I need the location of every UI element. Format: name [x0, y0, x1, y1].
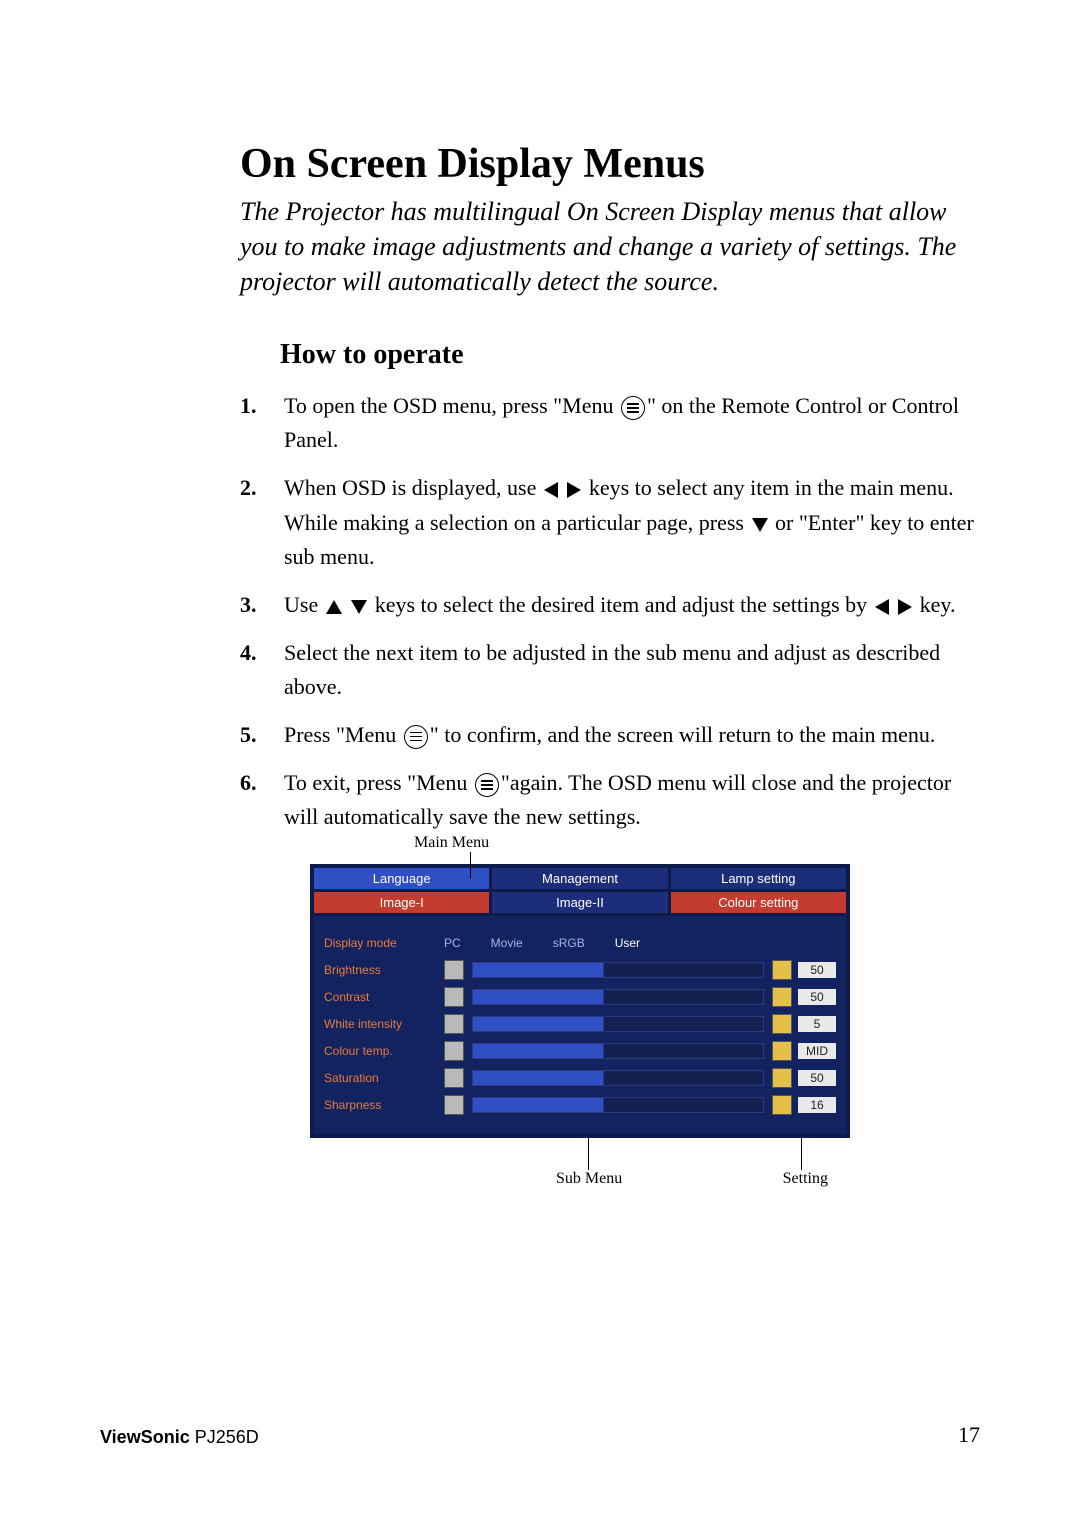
- menu-icon: [475, 773, 499, 797]
- model-name: PJ256D: [190, 1427, 259, 1447]
- page-number: 17: [958, 1422, 980, 1448]
- value-box: 50: [798, 1070, 836, 1086]
- osd-tabs-row2: Image-I Image-II Colour setting: [314, 892, 846, 913]
- step-text: When OSD is displayed, use: [284, 475, 542, 500]
- osd-tab-colour-setting: Colour setting: [671, 892, 846, 913]
- step-number: 3.: [240, 588, 257, 622]
- section-heading: How to operate: [280, 339, 980, 371]
- step-text: key.: [920, 592, 956, 617]
- menu-icon: [621, 396, 645, 420]
- mode-user: User: [615, 936, 640, 950]
- step-text: Press "Menu: [284, 722, 402, 747]
- step-2: 2. When OSD is displayed, use keys to se…: [240, 471, 980, 573]
- osd-tab-image2: Image-II: [492, 892, 667, 913]
- slider: [472, 1043, 764, 1059]
- contrast-icon: [444, 987, 464, 1007]
- osd-row-label: Display mode: [324, 936, 444, 950]
- step-4: 4. Select the next item to be adjusted i…: [240, 636, 980, 704]
- menu-icon: [404, 725, 428, 749]
- saturation-icon: [772, 1068, 792, 1088]
- colour-temp-icon: [444, 1041, 464, 1061]
- step-text: To exit, press "Menu: [284, 770, 473, 795]
- osd-row-saturation: Saturation 50: [324, 1066, 836, 1090]
- mode-movie: Movie: [491, 936, 523, 950]
- callout-line: [470, 852, 471, 878]
- brightness-icon: [444, 960, 464, 980]
- osd-row-label: Sharpness: [324, 1098, 444, 1112]
- slider: [472, 989, 764, 1005]
- osd-row-label: Colour temp.: [324, 1044, 444, 1058]
- step-6: 6. To exit, press "Menu "again. The OSD …: [240, 766, 980, 834]
- display-mode-options: PC Movie sRGB User: [444, 936, 836, 950]
- triangle-down-icon: [752, 518, 768, 532]
- sub-menu-label: Sub Menu: [556, 1170, 622, 1188]
- value-box: MID: [798, 1043, 836, 1059]
- osd-tab-management: Management: [492, 868, 667, 889]
- step-text: Use: [284, 592, 324, 617]
- brightness-icon: [772, 960, 792, 980]
- step-text: " to confirm, and the screen will return…: [430, 722, 936, 747]
- osd-row-label: White intensity: [324, 1017, 444, 1031]
- white-intensity-icon: [772, 1014, 792, 1034]
- osd-illustration: Main Menu Language Management Lamp setti…: [310, 864, 850, 1138]
- osd-tab-image1: Image-I: [314, 892, 489, 913]
- osd-panel: Language Management Lamp setting Image-I…: [310, 864, 850, 1138]
- value-box: 16: [798, 1097, 836, 1113]
- slider: [472, 1016, 764, 1032]
- step-text: To open the OSD menu, press "Menu: [284, 393, 619, 418]
- step-number: 6.: [240, 766, 257, 800]
- mode-pc: PC: [444, 936, 461, 950]
- main-menu-label: Main Menu: [414, 834, 489, 852]
- saturation-icon: [444, 1068, 464, 1088]
- osd-row-label: Brightness: [324, 963, 444, 977]
- triangle-left-icon: [875, 599, 889, 615]
- osd-tabs-row1: Language Management Lamp setting: [314, 868, 846, 889]
- step-3: 3. Use keys to select the desired item a…: [240, 588, 980, 622]
- triangle-up-icon: [326, 600, 342, 614]
- triangle-right-icon: [567, 482, 581, 498]
- value-box: 50: [798, 989, 836, 1005]
- callout-line: [588, 1136, 589, 1170]
- osd-row-colour-temp: Colour temp. MID: [324, 1039, 836, 1063]
- sharpness-icon: [444, 1095, 464, 1115]
- contrast-icon: [772, 987, 792, 1007]
- step-number: 5.: [240, 718, 257, 752]
- slider: [472, 1097, 764, 1113]
- osd-tab-language: Language: [314, 868, 489, 889]
- slider: [472, 962, 764, 978]
- colour-temp-icon: [772, 1041, 792, 1061]
- step-number: 4.: [240, 636, 257, 670]
- setting-label: Setting: [783, 1170, 828, 1188]
- osd-row-sharpness: Sharpness 16: [324, 1093, 836, 1117]
- step-number: 1.: [240, 389, 257, 423]
- triangle-left-icon: [544, 482, 558, 498]
- osd-row-contrast: Contrast 50: [324, 985, 836, 1009]
- value-box: 5: [798, 1016, 836, 1032]
- step-text: keys to select the desired item and adju…: [375, 592, 873, 617]
- osd-row-white-intensity: White intensity 5: [324, 1012, 836, 1036]
- step-1: 1. To open the OSD menu, press "Menu " o…: [240, 389, 980, 457]
- callout-line: [801, 1136, 802, 1170]
- footer-brand: ViewSonic PJ256D: [100, 1427, 259, 1448]
- osd-row-brightness: Brightness 50: [324, 958, 836, 982]
- osd-tab-lamp-setting: Lamp setting: [671, 868, 846, 889]
- white-intensity-icon: [444, 1014, 464, 1034]
- triangle-right-icon: [898, 599, 912, 615]
- step-number: 2.: [240, 471, 257, 505]
- intro-text: The Projector has multilingual On Screen…: [240, 194, 980, 299]
- value-box: 50: [798, 962, 836, 978]
- sharpness-icon: [772, 1095, 792, 1115]
- step-text: Select the next item to be adjusted in t…: [284, 640, 940, 699]
- brand-name: ViewSonic: [100, 1427, 190, 1447]
- page-title: On Screen Display Menus: [240, 140, 980, 188]
- triangle-down-icon: [351, 600, 367, 614]
- slider: [472, 1070, 764, 1086]
- osd-row-label: Saturation: [324, 1071, 444, 1085]
- step-5: 5. Press "Menu " to confirm, and the scr…: [240, 718, 980, 752]
- steps-list: 1. To open the OSD menu, press "Menu " o…: [240, 389, 980, 834]
- osd-row-label: Contrast: [324, 990, 444, 1004]
- osd-row-display-mode: Display mode PC Movie sRGB User: [324, 931, 836, 955]
- osd-body: Display mode PC Movie sRGB User Brightne…: [314, 916, 846, 1134]
- mode-srgb: sRGB: [553, 936, 585, 950]
